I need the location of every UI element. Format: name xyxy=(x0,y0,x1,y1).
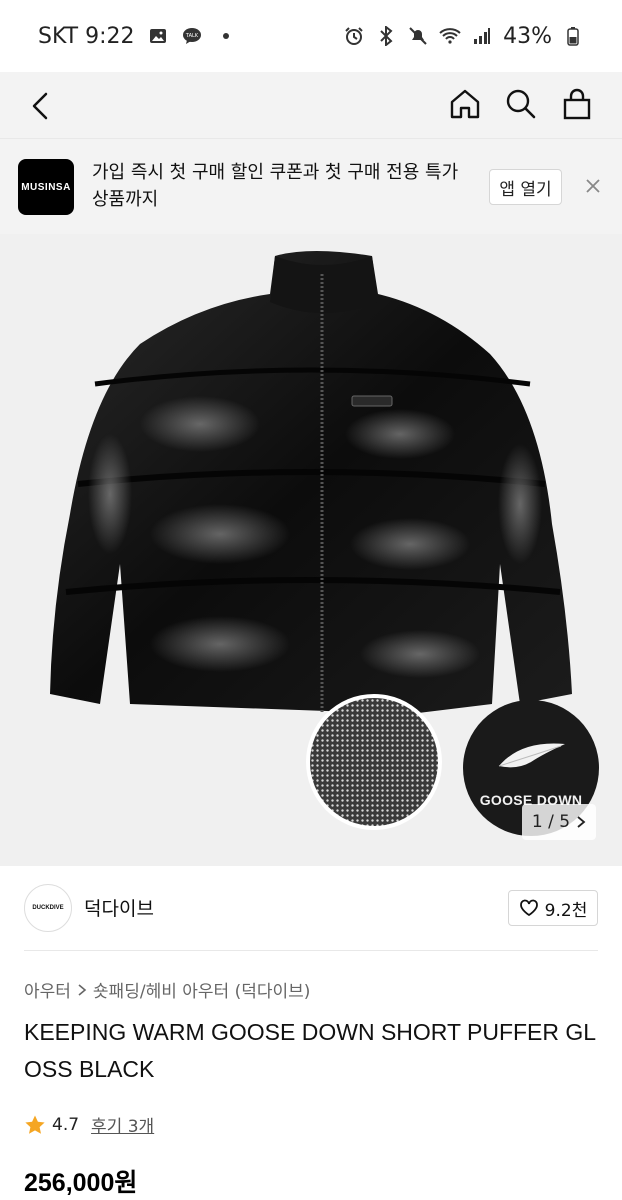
breadcrumb: 아우터 숏패딩/헤비 아우터 (덕다이브) xyxy=(24,977,310,1002)
battery-icon xyxy=(562,25,584,47)
battery-percent: 43% xyxy=(503,23,552,49)
like-button[interactable]: 9.2천 xyxy=(508,890,598,926)
alarm-icon xyxy=(343,25,365,47)
mute-icon xyxy=(407,25,429,47)
banner-message: 가입 즉시 첫 구매 할인 쿠폰과 첫 구매 전용 특가 상품까지 xyxy=(92,162,459,210)
cart-icon xyxy=(563,88,591,120)
chevron-right-icon xyxy=(577,816,586,828)
search-button[interactable] xyxy=(504,84,538,124)
musinsa-logo-text: MUSINSA xyxy=(21,181,71,193)
product-title: KEEPING WARM GOOSE DOWN SHORT PUFFER GLO… xyxy=(24,1019,597,1082)
brand-name[interactable]: 덕다이브 xyxy=(84,894,154,921)
rating-value: 4.7 xyxy=(52,1114,80,1135)
gallery-counter[interactable]: 1 / 5 xyxy=(522,804,596,840)
app-install-banner: MUSINSA 가입 즉시 첫 구매 할인 쿠폰과 첫 구매 전용 특가 상품까… xyxy=(0,138,622,234)
like-count: 9.2천 xyxy=(544,900,588,921)
brand-logo-text: DUCKDIVE xyxy=(32,905,64,911)
product-price: 256,000원 xyxy=(24,1169,138,1197)
gallery-notification-icon xyxy=(147,25,169,47)
open-app-button[interactable]: 앱 열기 xyxy=(489,169,562,205)
product-image-gallery[interactable]: GOOSE DOWN 1 / 5 xyxy=(0,234,622,866)
heart-icon xyxy=(519,899,538,917)
svg-text:TALK: TALK xyxy=(184,33,198,39)
back-icon xyxy=(32,92,48,120)
cart-button[interactable] xyxy=(560,84,594,124)
musinsa-logo: MUSINSA xyxy=(18,159,74,215)
breadcrumb-subcategory[interactable]: 숏패딩/헤비 아우터 (덕다이브) xyxy=(93,977,310,1002)
rating-row: 4.7 후기 3개 xyxy=(24,1112,154,1137)
search-icon xyxy=(506,89,536,119)
brand-row: DUCKDIVE 덕다이브 9.2천 xyxy=(0,866,622,952)
chevron-right-icon xyxy=(78,983,87,996)
signal-icon xyxy=(471,25,493,47)
fabric-texture-swatch xyxy=(306,694,442,830)
star-icon xyxy=(25,1115,45,1134)
home-button[interactable] xyxy=(448,84,482,124)
dot-icon xyxy=(215,25,237,47)
brand-logo[interactable]: DUCKDIVE xyxy=(24,884,72,932)
reviews-link[interactable]: 후기 3개 xyxy=(91,1112,154,1137)
talk-notification-icon: TALK xyxy=(181,25,203,47)
bluetooth-icon xyxy=(375,25,397,47)
divider xyxy=(24,950,598,951)
banner-close-button[interactable] xyxy=(580,173,606,199)
carrier-time: SKT 9:22 xyxy=(38,23,135,49)
top-navigation-bar xyxy=(0,72,622,138)
breadcrumb-category-outer[interactable]: 아우터 xyxy=(24,977,71,1002)
wifi-icon xyxy=(439,25,461,47)
gallery-counter-text: 1 / 5 xyxy=(531,812,571,832)
status-bar: SKT 9:22 TALK 43% xyxy=(0,0,622,72)
close-icon xyxy=(586,179,600,193)
back-button[interactable] xyxy=(30,86,60,126)
home-icon xyxy=(450,89,480,119)
feather-icon xyxy=(498,743,565,768)
